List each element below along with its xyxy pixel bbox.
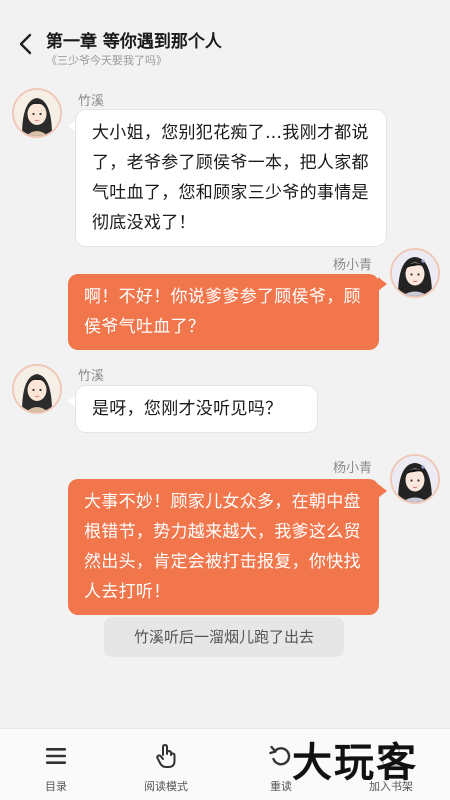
avatar[interactable] bbox=[390, 454, 440, 504]
speaker-name: 杨小青 bbox=[333, 258, 373, 273]
back-button[interactable] bbox=[14, 30, 36, 58]
chat-content: 竹溪 大小姐，您别犯花痴了…我刚才都说了，老爷参了顾侯爷一本，把人家都气吐血了，… bbox=[0, 74, 450, 726]
reread-label: 重读 bbox=[270, 780, 292, 793]
chapter-title: 第一章 等你遇到那个人 bbox=[46, 32, 222, 52]
message-bubble: 是呀，您刚才没听见吗？ bbox=[76, 386, 317, 432]
read-mode-button[interactable]: 阅读模式 bbox=[121, 729, 211, 800]
read-mode-label: 阅读模式 bbox=[144, 780, 188, 793]
watermark-logo: 大玩客 bbox=[292, 739, 418, 786]
replay-icon bbox=[269, 743, 293, 769]
menu-icon bbox=[45, 743, 67, 769]
tap-hand-icon bbox=[155, 743, 177, 769]
avatar[interactable] bbox=[12, 88, 62, 138]
chat-message: 杨小青 大事不妙！顾家儿女众多，在朝中盘根错节，势力越来越大，我爹这么贸然出头，… bbox=[0, 452, 450, 615]
avatar[interactable] bbox=[12, 364, 62, 414]
header: 第一章 等你遇到那个人 《三少爷今天娶我了吗》 bbox=[0, 0, 450, 74]
bubble-tail bbox=[378, 484, 387, 498]
speaker-name: 竹溪 bbox=[78, 369, 105, 384]
speaker-name: 竹溪 bbox=[78, 94, 105, 109]
chat-message: 杨小青 啊！不好！你说爹爹参了顾侯爷，顾侯爷气吐血了？ bbox=[0, 246, 450, 351]
chat-message: 竹溪 是呀，您刚才没听见吗？ bbox=[0, 364, 450, 444]
chevron-left-icon bbox=[19, 33, 32, 55]
message-bubble: 大小姐，您别犯花痴了…我刚才都说了，老爷参了顾侯爷一本，把人家都气吐血了，您和顾… bbox=[76, 110, 386, 246]
bubble-tail bbox=[378, 277, 387, 291]
avatar[interactable] bbox=[390, 248, 440, 298]
catalog-button[interactable]: 目录 bbox=[11, 729, 101, 800]
chat-message: 竹溪 大小姐，您别犯花痴了…我刚才都说了，老爷参了顾侯爷一本，把人家都气吐血了，… bbox=[0, 74, 450, 246]
book-title: 《三少爷今天娶我了吗》 bbox=[46, 54, 167, 67]
message-bubble: 啊！不好！你说爹爹参了顾侯爷，顾侯爷气吐血了？ bbox=[68, 274, 379, 350]
catalog-label: 目录 bbox=[45, 780, 67, 793]
narration-text: 竹溪听后一溜烟儿跑了出去 bbox=[104, 617, 344, 657]
message-bubble: 大事不妙！顾家儿女众多，在朝中盘根错节，势力越来越大，我爹这么贸然出头，肯定会被… bbox=[68, 479, 379, 615]
speaker-name: 杨小青 bbox=[333, 461, 373, 476]
